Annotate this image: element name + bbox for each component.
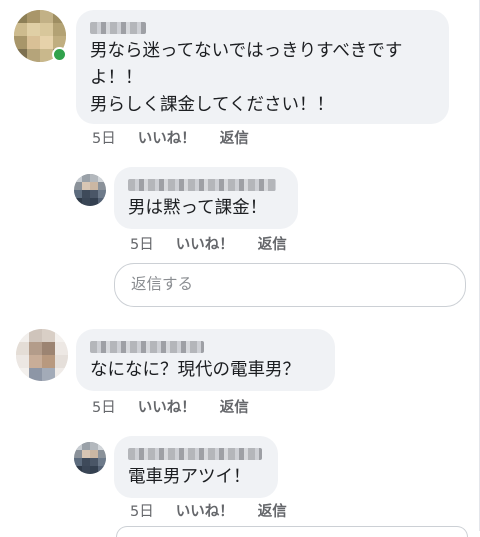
avatar-image bbox=[74, 442, 106, 474]
comment-text-line: なになに？現代の電車男？ bbox=[90, 360, 300, 380]
timestamp[interactable]: 5日 bbox=[92, 127, 116, 148]
commenter-name[interactable] bbox=[128, 179, 276, 191]
comment-actions: 5日 いいね！ 返信 bbox=[130, 233, 287, 254]
timestamp[interactable]: 5日 bbox=[92, 396, 116, 417]
avatar-image bbox=[74, 174, 106, 206]
commenter-name[interactable] bbox=[90, 341, 204, 353]
reply-bubble: 男は黙って課金！ bbox=[114, 167, 298, 229]
commenter-name[interactable] bbox=[90, 22, 146, 34]
comment-actions: 5日 いいね！ 返信 bbox=[92, 127, 249, 148]
reply-button[interactable]: 返信 bbox=[220, 127, 249, 148]
reply-input-box[interactable] bbox=[114, 263, 466, 307]
timestamp[interactable]: 5日 bbox=[130, 500, 154, 521]
reply-input-box-partial[interactable] bbox=[116, 526, 468, 537]
like-button[interactable]: いいね！ bbox=[176, 500, 234, 521]
reply-input[interactable] bbox=[129, 274, 433, 294]
comment-text-line: 電車男アツイ！ bbox=[128, 467, 251, 487]
timestamp[interactable]: 5日 bbox=[130, 233, 154, 254]
reply-button[interactable]: 返信 bbox=[220, 396, 249, 417]
like-button[interactable]: いいね！ bbox=[176, 233, 234, 254]
comment-actions: 5日 いいね！ 返信 bbox=[130, 500, 287, 521]
comment-bubble: 男なら迷ってないではっきりすべきです よ！！ 男らしく課金してください！！ bbox=[76, 10, 449, 124]
reply-bubble: 電車男アツイ！ bbox=[114, 436, 278, 498]
comment-bubble: なになに？現代の電車男？ bbox=[76, 329, 335, 391]
comment-actions: 5日 いいね！ 返信 bbox=[92, 396, 249, 417]
reply-button[interactable]: 返信 bbox=[258, 233, 287, 254]
comment-text-line: 男なら迷ってないではっきりすべきです bbox=[90, 41, 403, 61]
commenter-name[interactable] bbox=[128, 448, 262, 460]
comment-text-line: 男らしく課金してください！！ bbox=[90, 95, 334, 115]
reply-button[interactable]: 返信 bbox=[258, 500, 287, 521]
avatar-image bbox=[16, 329, 68, 381]
avatar[interactable] bbox=[74, 442, 106, 474]
like-button[interactable]: いいね！ bbox=[138, 396, 196, 417]
avatar[interactable] bbox=[74, 174, 106, 206]
avatar[interactable] bbox=[16, 329, 68, 381]
comment-text-line: よ！！ bbox=[90, 68, 143, 88]
comment-text-line: 男は黙って課金！ bbox=[128, 198, 268, 218]
online-status-icon bbox=[52, 47, 67, 62]
like-button[interactable]: いいね！ bbox=[138, 127, 196, 148]
